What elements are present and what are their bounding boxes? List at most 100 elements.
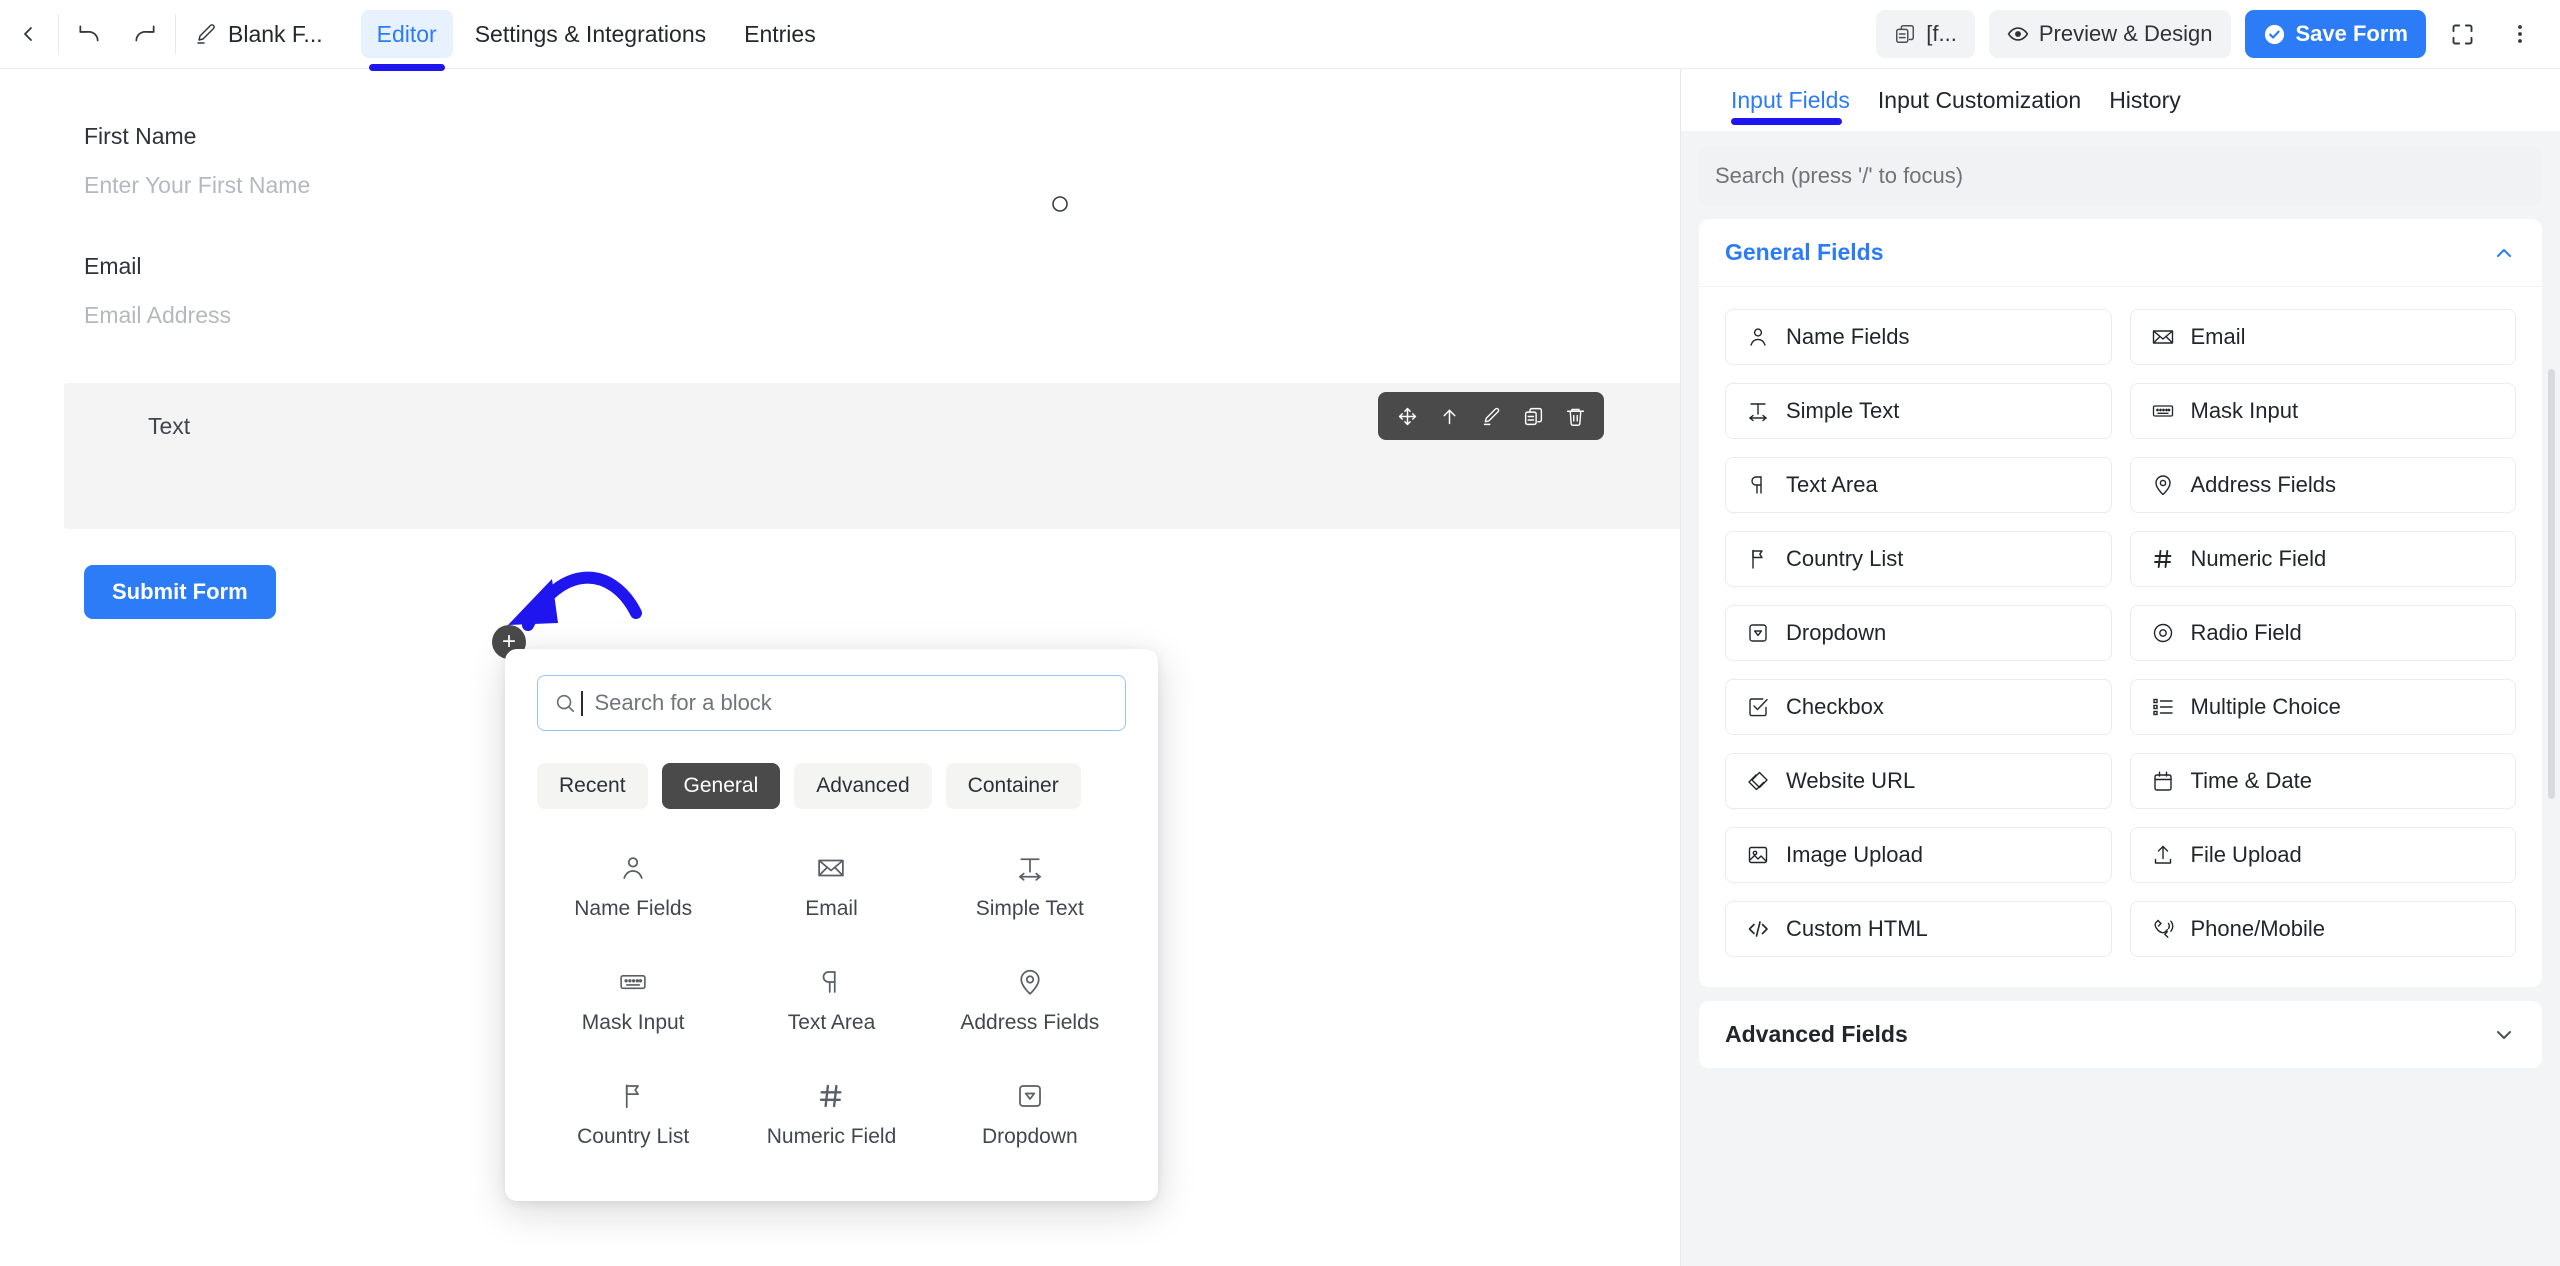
move-icon[interactable] <box>1390 399 1424 433</box>
save-form-button[interactable]: Save Form <box>2244 10 2426 58</box>
document-title[interactable]: Blank F... <box>178 10 339 58</box>
chip-recent-label: Recent <box>559 774 626 797</box>
envelope-icon <box>2151 325 2175 349</box>
form-field-text-selected[interactable]: Text <box>64 383 1680 529</box>
field-placeholder[interactable]: Enter Your First Name <box>84 172 1616 199</box>
fullscreen-icon[interactable] <box>2440 12 2484 56</box>
form-canvas[interactable]: First Name Enter Your First Name Email E… <box>0 69 1680 1266</box>
field-card-label: Text Area <box>1786 472 1878 497</box>
chip-container-label: Container <box>967 774 1059 797</box>
block-item-label: Mask Input <box>581 1011 685 1034</box>
tab-entries[interactable]: Entries <box>728 10 832 58</box>
field-card-custom-html[interactable]: Custom HTML <box>1725 901 2112 957</box>
tab-settings-integrations[interactable]: Settings & Integrations <box>459 10 722 58</box>
field-search-placeholder: Search (press '/' to focus) <box>1715 163 1964 188</box>
field-search-input[interactable]: Search (press '/' to focus) <box>1699 147 2542 205</box>
history-controls <box>0 6 178 62</box>
submit-form-label: Submit Form <box>112 579 248 604</box>
keyboard-icon <box>2151 399 2175 423</box>
section-advanced-fields-header[interactable]: Advanced Fields <box>1699 1001 2542 1068</box>
field-card-phone-mobile[interactable]: Phone/Mobile <box>2129 901 2516 957</box>
field-placeholder[interactable]: Email Address <box>84 302 1616 329</box>
chip-recent[interactable]: Recent <box>537 763 648 809</box>
map-pin-icon <box>2151 473 2175 497</box>
form-field-email[interactable]: Email Email Address <box>84 253 1616 329</box>
field-card-mask-input[interactable]: Mask Input <box>2129 383 2516 439</box>
block-item-label: Dropdown <box>981 1125 1078 1148</box>
field-card-label: Numeric Field <box>2190 546 2327 571</box>
chevron-down-icon[interactable] <box>2492 1023 2516 1047</box>
block-item-email[interactable]: Email <box>735 841 927 933</box>
block-item-label: Numeric Field <box>766 1125 897 1148</box>
field-card-multiple-choice[interactable]: Multiple Choice <box>2129 679 2516 735</box>
workspace: First Name Enter Your First Name Email E… <box>0 69 2560 1266</box>
field-card-label: Country List <box>1786 546 1904 571</box>
field-card-label: Mask Input <box>2190 398 2299 423</box>
back-button[interactable] <box>0 6 56 62</box>
submit-form-button[interactable]: Submit Form <box>84 565 276 619</box>
field-card-checkbox[interactable]: Checkbox <box>1725 679 2112 735</box>
checkbox-icon <box>1746 695 1770 719</box>
right-panel-scroll-area[interactable]: General Fields Name Fields Email Simple … <box>1681 219 2560 1266</box>
tab-input-fields[interactable]: Input Fields <box>1731 69 1850 131</box>
field-card-country-list[interactable]: Country List <box>1725 531 2112 587</box>
undo-button[interactable] <box>61 6 117 62</box>
block-search-input[interactable]: Search for a block <box>537 675 1126 731</box>
general-fields-grid: Name Fields Email Simple Text Mask Input… <box>1699 287 2542 987</box>
toolbar-actions: [f... Preview & Design Save Form <box>1876 10 2560 58</box>
person-icon <box>618 853 648 883</box>
chip-container[interactable]: Container <box>945 763 1081 809</box>
main-tabs: Editor Settings & Integrations Entries <box>360 0 832 71</box>
image-icon <box>1746 843 1770 867</box>
chevron-up-icon[interactable] <box>2492 241 2516 265</box>
chip-general[interactable]: General <box>661 763 781 809</box>
field-card-file-upload[interactable]: File Upload <box>2129 827 2516 883</box>
block-item-address-fields[interactable]: Address Fields <box>934 955 1126 1047</box>
tab-input-customization[interactable]: Input Customization <box>1878 69 2081 131</box>
field-card-website-url[interactable]: Website URL <box>1725 753 2112 809</box>
field-card-dropdown[interactable]: Dropdown <box>1725 605 2112 661</box>
block-item-text-area[interactable]: Text Area <box>735 955 927 1047</box>
block-item-numeric-field[interactable]: Numeric Field <box>735 1069 927 1161</box>
move-up-icon[interactable] <box>1432 399 1466 433</box>
field-card-time-date[interactable]: Time & Date <box>2129 753 2516 809</box>
block-item-country-list[interactable]: Country List <box>537 1069 729 1161</box>
field-card-address-fields[interactable]: Address Fields <box>2129 457 2516 513</box>
block-item-mask-input[interactable]: Mask Input <box>537 955 729 1047</box>
tab-input-customization-label: Input Customization <box>1877 86 2082 113</box>
duplicate-icon[interactable] <box>1516 399 1550 433</box>
block-grid: Name Fields Email Simple Text Mask Input <box>537 841 1126 1161</box>
field-card-label: Simple Text <box>1786 398 1900 423</box>
link-icon <box>1746 769 1770 793</box>
form-code-button[interactable]: [f... <box>1876 10 1975 58</box>
field-card-numeric-field[interactable]: Numeric Field <box>2129 531 2516 587</box>
chip-advanced[interactable]: Advanced <box>794 763 932 809</box>
document-title-text: Blank F... <box>228 20 323 47</box>
field-card-text-area[interactable]: Text Area <box>1725 457 2112 513</box>
field-card-image-upload[interactable]: Image Upload <box>1725 827 2112 883</box>
field-card-label: Radio Field <box>2190 620 2302 645</box>
block-toolbar <box>1378 392 1604 440</box>
right-panel-scrollbar[interactable] <box>2548 369 2555 799</box>
edit-icon[interactable] <box>1474 399 1508 433</box>
block-item-simple-text[interactable]: Simple Text <box>934 841 1126 933</box>
tab-editor[interactable]: Editor <box>360 10 453 71</box>
form-field-first-name[interactable]: First Name Enter Your First Name <box>84 123 1616 199</box>
redo-button[interactable] <box>117 6 173 62</box>
block-item-dropdown[interactable]: Dropdown <box>934 1069 1126 1161</box>
field-card-label: Email <box>2190 324 2246 349</box>
block-category-chips: Recent General Advanced Container <box>537 763 1126 809</box>
preview-design-button[interactable]: Preview & Design <box>1988 10 2231 58</box>
pencil-icon <box>194 22 218 46</box>
more-options-icon[interactable] <box>2498 12 2542 56</box>
field-card-name-fields[interactable]: Name Fields <box>1725 309 2112 365</box>
block-item-name-fields[interactable]: Name Fields <box>537 841 729 933</box>
tab-history[interactable]: History <box>2109 69 2181 131</box>
field-card-simple-text[interactable]: Simple Text <box>1725 383 2112 439</box>
delete-icon[interactable] <box>1558 399 1592 433</box>
save-form-label: Save Form <box>2295 21 2409 46</box>
field-card-radio-field[interactable]: Radio Field <box>2129 605 2516 661</box>
right-panel-tabs: Input Fields Input Customization History <box>1681 69 2560 131</box>
section-general-fields-header[interactable]: General Fields <box>1699 219 2542 287</box>
field-card-email[interactable]: Email <box>2129 309 2516 365</box>
